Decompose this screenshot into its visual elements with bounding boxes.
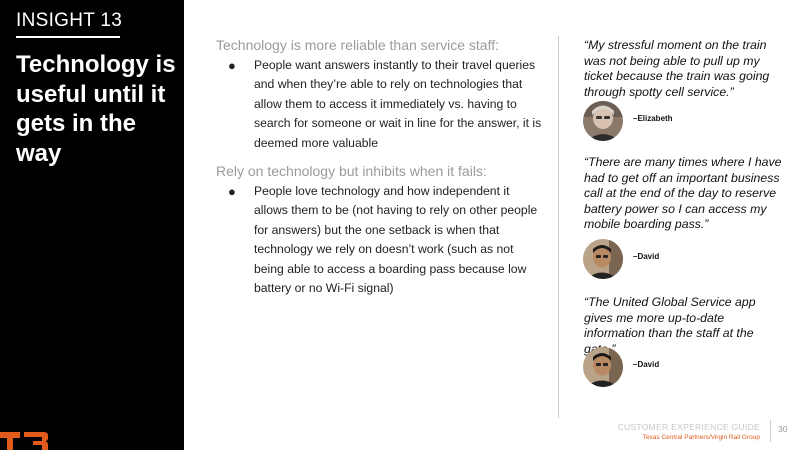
section-heading: Technology is more reliable than service…: [216, 37, 499, 53]
section-heading: Rely on technology but inhibits when it …: [216, 163, 487, 180]
bullet-item: ● People want answers instantly to their…: [216, 56, 546, 153]
avatar: [583, 101, 623, 141]
quote-text: “My stressful moment on the train was no…: [584, 38, 770, 99]
insight-title: Technology is useful until it gets in th…: [16, 51, 176, 167]
footer-divider: [770, 420, 771, 442]
person-name: –Elizabeth: [633, 114, 673, 123]
t3-logo-icon: [0, 432, 48, 450]
bullet-text: People love technology and how independe…: [254, 184, 538, 296]
tag-underline: [16, 36, 120, 38]
bullet-text: People want answers instantly to their t…: [254, 58, 542, 150]
quote-text: “The United Global Service app gives me …: [584, 295, 756, 356]
section-reliability: Technology is more reliable than service…: [216, 36, 546, 153]
page-number: 30: [778, 424, 788, 434]
avatar: [583, 239, 623, 279]
t3-logo: [0, 428, 48, 450]
bullet-icon: ●: [228, 184, 236, 200]
bullet-item: ● People love technology and how indepen…: [216, 182, 546, 298]
bullet-icon: ●: [228, 58, 236, 73]
person-name: –David: [633, 252, 660, 261]
section-failure: Rely on technology but inhibits when it …: [216, 162, 546, 298]
sidebar-panel: INSIGHT 13 Technology is useful until it…: [0, 0, 184, 450]
person-name: –David: [633, 360, 660, 369]
footer-title: CUSTOMER EXPERIENCE GUIDE: [617, 422, 760, 432]
insight-body: Technology is more reliable than service…: [216, 36, 546, 307]
avatar: [583, 347, 623, 387]
footer-subtitle: Texas Central Partners/Virgin Rail Group: [642, 434, 760, 441]
footer: CUSTOMER EXPERIENCE GUIDE Texas Central …: [618, 422, 760, 441]
insight-tag: INSIGHT 13: [16, 10, 123, 31]
column-divider: [558, 36, 559, 418]
quote-text: “There are many times where I have had t…: [584, 155, 782, 232]
